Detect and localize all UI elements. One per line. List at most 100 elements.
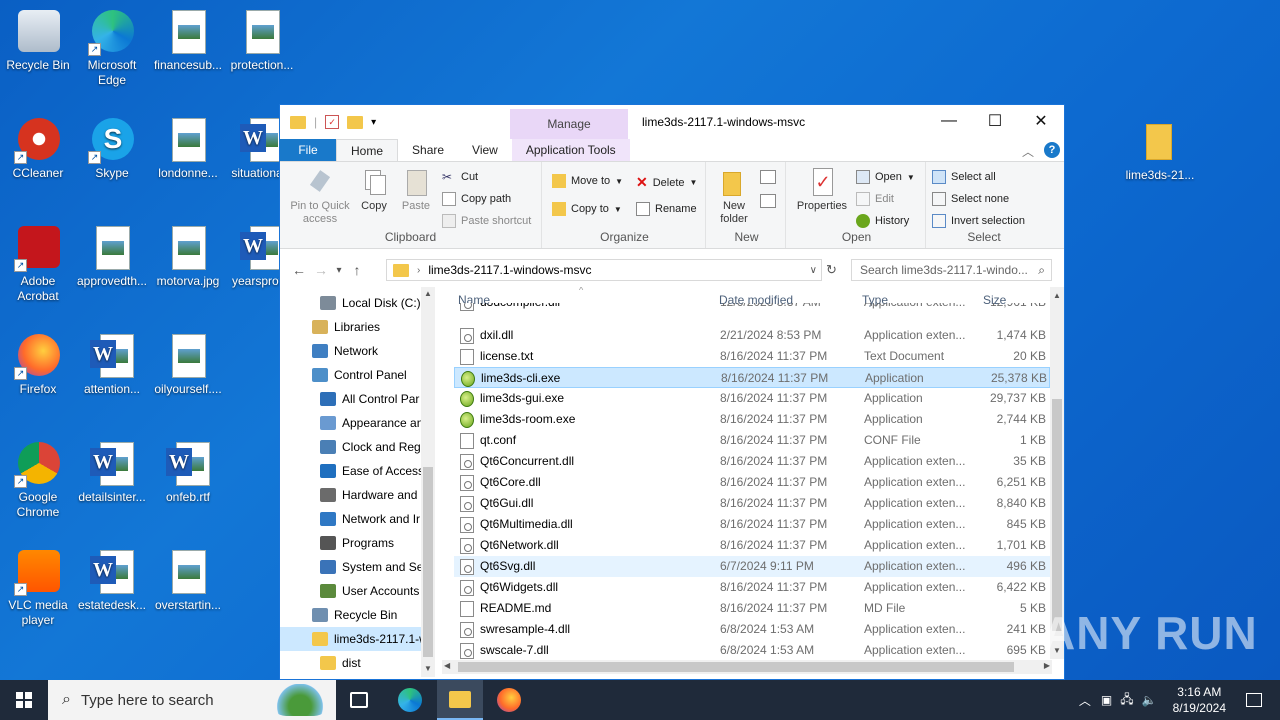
invert-selection-button[interactable]: Invert selection bbox=[932, 214, 1025, 228]
file-row[interactable]: README.md 8/16/2024 11:37 PM MD File 5 KB bbox=[454, 598, 1050, 619]
file-row[interactable]: Qt6Multimedia.dll 8/16/2024 11:37 PM Appli… bbox=[454, 514, 1050, 535]
start-button[interactable] bbox=[0, 680, 48, 720]
tab-share[interactable]: Share bbox=[398, 139, 458, 161]
file-row[interactable]: Qt6Concurrent.dll 8/16/2024 11:37 PM Appli… bbox=[454, 451, 1050, 472]
desktop-icon[interactable]: Wattention... bbox=[74, 332, 150, 397]
tree-item[interactable]: System and Sec bbox=[280, 555, 422, 579]
desktop-icon[interactable]: Recycle Bin bbox=[0, 8, 76, 73]
nav-scroll-thumb[interactable] bbox=[423, 467, 433, 657]
tree-item[interactable]: Libraries bbox=[280, 315, 422, 339]
easy-access-icon[interactable] bbox=[760, 194, 776, 208]
network-icon[interactable]: 🖧 bbox=[1120, 690, 1133, 711]
paste-button[interactable]: Paste bbox=[398, 168, 434, 213]
help-icon[interactable]: ? bbox=[1044, 142, 1060, 158]
desktop-icon[interactable]: ↗ CCleaner bbox=[0, 116, 76, 181]
new-folder-qat-icon[interactable] bbox=[347, 115, 364, 129]
rename-button[interactable]: Rename bbox=[636, 202, 697, 216]
notifications-icon[interactable] bbox=[1246, 693, 1262, 707]
taskbar-search[interactable]: ⌕ Type here to search bbox=[48, 680, 336, 720]
qat-dropdown-icon[interactable]: ▾ bbox=[371, 117, 376, 128]
tab-view[interactable]: View bbox=[458, 139, 512, 161]
select-all-button[interactable]: Select all bbox=[932, 170, 996, 184]
tree-item[interactable]: Clock and Regi bbox=[280, 435, 422, 459]
desktop-icon[interactable]: ↗ VLC media player bbox=[0, 548, 76, 628]
paste-shortcut-button[interactable]: Paste shortcut bbox=[442, 214, 531, 228]
scroll-right-icon[interactable]: ▶ bbox=[1044, 661, 1050, 670]
search-input[interactable]: Search lime3ds-2117.1-windo... ⌕ bbox=[851, 259, 1052, 281]
desktop-icon[interactable]: ↗ Google Chrome bbox=[0, 440, 76, 520]
up-arrow-icon[interactable]: ↑ bbox=[346, 262, 368, 278]
scroll-down-icon[interactable]: ▼ bbox=[424, 664, 432, 673]
open-button[interactable]: Open ▼ bbox=[856, 170, 915, 184]
file-row[interactable]: lime3ds-gui.exe 8/16/2024 11:37 PM Applica… bbox=[454, 388, 1050, 409]
file-row[interactable]: swscale-7.dll 6/8/2024 1:53 AM Application… bbox=[454, 640, 1050, 661]
move-to-button[interactable]: Move to ▼ bbox=[552, 174, 623, 188]
tree-item[interactable]: Hardware and bbox=[280, 483, 422, 507]
file-row[interactable]: Qt6Widgets.dll 8/16/2024 11:37 PM Applicat… bbox=[454, 577, 1050, 598]
desktop-icon[interactable]: protection... bbox=[224, 8, 300, 73]
desktop-icon[interactable]: Wonfeb.rtf bbox=[150, 440, 226, 505]
tree-item[interactable]: Control Panel bbox=[280, 363, 422, 387]
new-item-icon[interactable] bbox=[760, 170, 776, 184]
forward-arrow-icon[interactable]: → bbox=[310, 262, 332, 278]
horizontal-scrollbar[interactable]: ◀ ▶ bbox=[442, 660, 1052, 674]
copy-to-button[interactable]: Copy to ▼ bbox=[552, 202, 622, 216]
desktop-icon[interactable]: ↗ Microsoft Edge bbox=[74, 8, 150, 88]
file-row[interactable]: swresample-4.dll 6/8/2024 1:53 AM Applicat… bbox=[454, 619, 1050, 640]
address-bar[interactable]: › lime3ds-2117.1-windows-msvc ∨ bbox=[386, 259, 822, 281]
desktop-icon[interactable]: financesub... bbox=[150, 8, 226, 73]
tree-item[interactable]: lime3ds-2117.1-w bbox=[280, 627, 422, 651]
tree-item[interactable]: dist bbox=[280, 651, 422, 675]
show-hidden-icons-icon[interactable]: ︿ bbox=[1079, 692, 1091, 709]
firefox-taskbar-icon[interactable] bbox=[497, 688, 521, 712]
file-row[interactable]: Qt6Core.dll 8/16/2024 11:37 PM Application… bbox=[454, 472, 1050, 493]
file-row[interactable]: Qt6Svg.dll 6/7/2024 9:11 PM Application ex… bbox=[454, 556, 1050, 577]
minimize-icon[interactable]: — bbox=[926, 105, 972, 137]
volume-icon[interactable]: 🔈 bbox=[1142, 693, 1157, 707]
desktop-icon[interactable]: approvedth... bbox=[74, 224, 150, 289]
tab-application-tools[interactable]: Application Tools bbox=[511, 139, 630, 161]
file-row[interactable]: lime3ds-room.exe 8/16/2024 11:37 PM Applic… bbox=[454, 409, 1050, 430]
file-explorer-taskbar-icon[interactable] bbox=[437, 680, 483, 720]
delete-button[interactable]: ✕ Delete ▼ bbox=[636, 174, 697, 191]
file-row[interactable]: dxil.dll 2/21/2024 8:53 PM Application ext… bbox=[454, 325, 1050, 346]
file-row[interactable]: license.txt 8/16/2024 11:37 PM Text Docume… bbox=[454, 346, 1050, 367]
desktop-icon[interactable]: londonne... bbox=[150, 116, 226, 181]
nav-pane-scrollbar[interactable]: ▲ ▼ bbox=[421, 287, 435, 677]
tree-item[interactable]: Appearance an bbox=[280, 411, 422, 435]
recent-dropdown-icon[interactable]: ▾ bbox=[332, 265, 346, 276]
address-dropdown-icon[interactable]: ∨ bbox=[810, 265, 817, 276]
file-row[interactable]: qt.conf 8/16/2024 11:37 PM CONF File 1 KB bbox=[454, 430, 1050, 451]
cut-button[interactable]: ✂ Cut bbox=[442, 170, 478, 184]
tab-file[interactable]: File bbox=[280, 139, 336, 161]
tree-item[interactable]: Network bbox=[280, 339, 422, 363]
desktop-icon[interactable]: Wdetailsinter... bbox=[74, 440, 150, 505]
clock[interactable]: 3:16 AM 8/19/2024 bbox=[1173, 684, 1226, 716]
properties-qat-icon[interactable]: ✓ bbox=[325, 115, 340, 129]
file-list-scrollbar[interactable]: ▲ ▼ bbox=[1050, 287, 1064, 659]
edge-taskbar-icon[interactable] bbox=[398, 688, 422, 712]
h-scroll-thumb[interactable] bbox=[458, 662, 1014, 672]
desktop-icon[interactable]: Westatedesk... bbox=[74, 548, 150, 613]
manage-contextual-tab[interactable]: Manage bbox=[510, 109, 628, 139]
collapse-ribbon-icon[interactable]: ︿ bbox=[1022, 143, 1034, 160]
copy-button[interactable]: Copy bbox=[356, 168, 392, 213]
desktop-icon[interactable]: S ↗ Skype bbox=[74, 116, 150, 181]
tree-item[interactable]: User Accounts bbox=[280, 579, 422, 603]
back-arrow-icon[interactable]: ← bbox=[288, 262, 310, 278]
tree-item[interactable]: Programs bbox=[280, 531, 422, 555]
tree-item[interactable]: All Control Par bbox=[280, 387, 422, 411]
close-icon[interactable]: ✕ bbox=[1018, 105, 1064, 137]
history-button[interactable]: History bbox=[856, 214, 909, 228]
network-adapter-icon[interactable]: ▣ bbox=[1101, 693, 1112, 707]
file-scroll-thumb[interactable] bbox=[1052, 399, 1062, 631]
tree-item[interactable]: Network and Ir bbox=[280, 507, 422, 531]
new-folder-button[interactable]: New folder bbox=[712, 168, 756, 226]
desktop-icon[interactable]: motorva.jpg bbox=[150, 224, 226, 289]
task-view-icon[interactable] bbox=[350, 692, 368, 708]
select-none-button[interactable]: Select none bbox=[932, 192, 1009, 206]
desktop-icon[interactable]: overstartin... bbox=[150, 548, 226, 613]
refresh-icon[interactable]: ↻ bbox=[826, 262, 837, 278]
tab-home[interactable]: Home bbox=[336, 139, 399, 161]
file-row[interactable]: d3dcompiler.dll 12/6/2023 3:37 AM Applicat… bbox=[454, 303, 1050, 313]
